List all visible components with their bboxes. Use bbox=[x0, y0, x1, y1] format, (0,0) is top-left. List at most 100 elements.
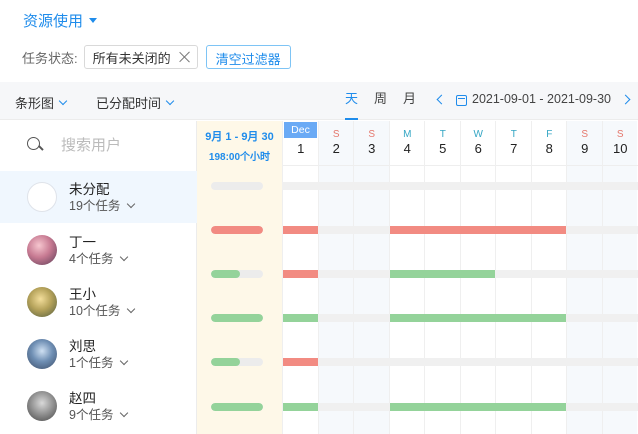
user-search bbox=[0, 121, 197, 169]
filter-bar: 任务状态: 所有未关闭的 清空过滤器 bbox=[22, 45, 291, 69]
close-icon[interactable] bbox=[179, 51, 191, 63]
user-name: 王小 bbox=[69, 286, 96, 302]
chart-type-label: 条形图 bbox=[15, 96, 55, 111]
timeline-track bbox=[282, 314, 638, 322]
day-letter: S bbox=[581, 129, 589, 140]
search-icon bbox=[27, 137, 43, 153]
chevron-down-icon[interactable] bbox=[120, 408, 129, 418]
allocation-bar[interactable] bbox=[389, 314, 566, 322]
page-title: 资源使用 bbox=[23, 13, 84, 30]
allocation-bar[interactable] bbox=[389, 403, 566, 411]
summary-bar[interactable] bbox=[211, 358, 263, 366]
timeline-grid: Dec 1 S 2 S 3 M 4 T 5 W 6 T 7 F 8 S 9 S 10 bbox=[282, 121, 638, 434]
filter-label: 任务状态: bbox=[22, 50, 78, 66]
summary-bar-fill bbox=[211, 270, 240, 278]
search-input[interactable] bbox=[61, 136, 171, 154]
summary-column: 9月 1 - 9月 30 198:00个小时 bbox=[197, 121, 282, 434]
summary-bar[interactable] bbox=[211, 270, 263, 278]
day-number: 8 bbox=[545, 141, 553, 156]
day-letter: M bbox=[403, 129, 412, 140]
time-field-label: 已分配时间 bbox=[96, 96, 162, 111]
user-task-count[interactable]: 1个任务 bbox=[69, 355, 129, 371]
user-task-count[interactable]: 4个任务 bbox=[69, 251, 129, 267]
allocation-bar[interactable] bbox=[389, 226, 566, 234]
filter-tag: 所有未关闭的 bbox=[83, 45, 198, 69]
time-field-dropdown[interactable]: 已分配时间 bbox=[96, 93, 175, 112]
summary-bar[interactable] bbox=[211, 403, 263, 411]
summary-bar-fill bbox=[211, 358, 240, 366]
summary-bar[interactable] bbox=[211, 182, 263, 190]
day-header: T7 bbox=[496, 121, 532, 166]
user-task-count[interactable]: 9个任务 bbox=[69, 407, 129, 423]
user-row[interactable]: 赵四 9个任务 bbox=[0, 380, 197, 432]
summary-bar[interactable] bbox=[211, 226, 263, 234]
task-count-text: 9个任务 bbox=[69, 407, 114, 422]
tab-day[interactable]: 天 bbox=[345, 82, 359, 120]
user-name: 刘思 bbox=[69, 338, 96, 354]
date-range[interactable]: 2021-09-01 - 2021-09-30 bbox=[472, 92, 611, 106]
user-task-count[interactable]: 19个任务 bbox=[69, 198, 136, 214]
chevron-down-icon[interactable] bbox=[120, 252, 129, 262]
user-row[interactable]: 丁一 4个任务 bbox=[0, 224, 197, 276]
chevron-down-icon bbox=[58, 96, 68, 106]
day-header: Dec 1 bbox=[283, 121, 319, 166]
chevron-down-icon[interactable] bbox=[120, 356, 129, 366]
user-name: 未分配 bbox=[69, 181, 110, 197]
user-task-count[interactable]: 10个任务 bbox=[69, 303, 136, 319]
day-letter: W bbox=[473, 129, 483, 140]
day-number: 9 bbox=[581, 141, 589, 156]
day-header: S2 bbox=[318, 121, 354, 166]
day-number: 2 bbox=[332, 141, 340, 156]
task-count-text: 1个任务 bbox=[69, 355, 114, 370]
tab-month[interactable]: 月 bbox=[403, 82, 416, 120]
filter-tag-text: 所有未关闭的 bbox=[92, 50, 171, 66]
chevron-down-icon[interactable] bbox=[127, 304, 136, 314]
summary-bar-fill bbox=[211, 403, 263, 411]
toolbar: 条形图 已分配时间 天 周 月 2021-09-01 - 2021-09-30 bbox=[0, 82, 638, 120]
day-number: 6 bbox=[474, 141, 482, 156]
month-badge: Dec bbox=[284, 122, 317, 138]
task-count-text: 4个任务 bbox=[69, 251, 114, 266]
day-letter: T bbox=[510, 129, 517, 140]
calendar-icon[interactable] bbox=[456, 95, 467, 106]
day-letter: T bbox=[439, 129, 446, 140]
user-info: 赵四 9个任务 bbox=[69, 390, 129, 423]
task-count-text: 10个任务 bbox=[69, 303, 121, 318]
day-header: W6 bbox=[460, 121, 496, 166]
clear-filters-button[interactable]: 清空过滤器 bbox=[205, 45, 291, 69]
next-arrow-icon[interactable] bbox=[620, 94, 631, 105]
resource-usage-page: 资源使用 任务状态: 所有未关闭的 清空过滤器 条形图 已分配时间 天 周 月 … bbox=[0, 0, 638, 434]
chevron-down-icon bbox=[165, 96, 175, 106]
allocation-bar[interactable] bbox=[283, 226, 318, 234]
allocation-bar[interactable] bbox=[283, 314, 318, 322]
day-letter: F bbox=[546, 129, 553, 140]
user-info: 丁一 4个任务 bbox=[69, 234, 129, 267]
day-number: 10 bbox=[613, 141, 628, 156]
user-row[interactable]: 未分配 19个任务 bbox=[0, 171, 197, 223]
chevron-down-icon[interactable] bbox=[127, 199, 136, 209]
day-number: 3 bbox=[368, 141, 376, 156]
user-row[interactable]: 王小 10个任务 bbox=[0, 276, 197, 328]
day-header: T5 bbox=[425, 121, 461, 166]
allocation-bar[interactable] bbox=[283, 358, 318, 366]
resource-usage-dropdown[interactable]: 资源使用 bbox=[23, 10, 98, 31]
user-list: 未分配19个任务丁一4个任务王小10个任务刘思1个任务赵四9个任务 bbox=[0, 121, 197, 434]
prev-arrow-icon[interactable] bbox=[436, 94, 447, 105]
user-info: 王小 10个任务 bbox=[69, 286, 136, 319]
allocation-bar[interactable] bbox=[283, 270, 318, 278]
user-name: 丁一 bbox=[69, 234, 96, 250]
summary-bar-fill bbox=[211, 226, 263, 234]
allocation-bar[interactable] bbox=[389, 270, 495, 278]
timeline-track bbox=[282, 403, 638, 411]
tab-week[interactable]: 周 bbox=[374, 82, 387, 120]
avatar bbox=[27, 182, 57, 212]
summary-bar[interactable] bbox=[211, 314, 263, 322]
chart-type-dropdown[interactable]: 条形图 bbox=[15, 93, 68, 112]
allocation-bar[interactable] bbox=[283, 403, 318, 411]
user-row[interactable]: 刘思 1个任务 bbox=[0, 328, 197, 380]
caret-down-icon bbox=[89, 18, 98, 23]
user-info: 刘思 1个任务 bbox=[69, 338, 129, 371]
day-number: 7 bbox=[510, 141, 518, 156]
day-letter: S bbox=[368, 129, 376, 140]
day-header: M4 bbox=[389, 121, 425, 166]
